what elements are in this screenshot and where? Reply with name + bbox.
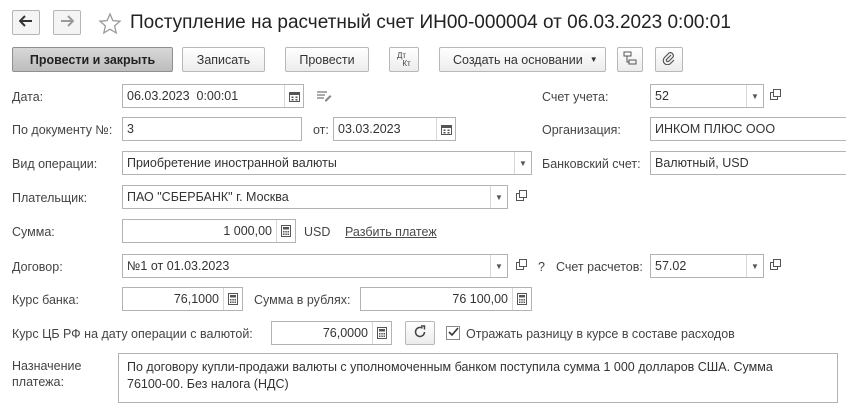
date-label: Дата: (12, 90, 44, 104)
calculator-icon[interactable] (276, 220, 295, 242)
open-contract-button[interactable] (511, 255, 531, 277)
open-link-icon (515, 259, 527, 273)
dropdown-arrow-icon[interactable]: ▼ (746, 85, 763, 107)
open-account-button[interactable] (765, 85, 785, 107)
dropdown-arrow-icon[interactable]: ▼ (490, 186, 507, 208)
save-button[interactable]: Записать (182, 47, 265, 72)
dropdown-arrow-icon[interactable]: ▼ (490, 255, 507, 277)
doc-number-field[interactable]: 3 (122, 117, 302, 141)
bank-rate-field[interactable]: 76,1000 (122, 287, 243, 311)
organization-value: ИНКОМ ПЛЮС ООО (655, 122, 776, 136)
bank-account-field[interactable]: Валютный, USD (650, 151, 846, 175)
purpose-textarea[interactable]: По договору купли-продажи валюты с уполн… (118, 353, 838, 403)
document-structure-button[interactable] (617, 47, 643, 72)
refresh-icon (413, 324, 427, 342)
payer-value: ПАО "СБЕРБАНК" г. Москва (127, 190, 289, 204)
arrow-left-icon (18, 15, 33, 30)
date-field[interactable]: 06.03.2023 0:00:01 (122, 84, 304, 108)
operation-type-label: Вид операции: (12, 157, 98, 171)
cb-rate-label: Курс ЦБ РФ на дату операции с валютой: (12, 327, 253, 341)
create-based-on-button[interactable]: Создать на основании ▼ (439, 47, 606, 72)
purpose-label: Назначение платежа: (12, 358, 81, 390)
settlement-account-label: Счет расчетов: (556, 260, 643, 274)
bank-account-label: Банковский счет: (542, 157, 641, 171)
forward-button[interactable] (53, 10, 81, 35)
contract-value: №1 от 01.03.2023 (127, 259, 230, 273)
chevron-down-icon: ▼ (589, 55, 598, 64)
calculator-icon[interactable] (512, 288, 531, 310)
date-value: 06.03.2023 0:00:01 (127, 89, 239, 103)
purpose-label-line-1: Назначение (12, 359, 82, 373)
create-based-on-label: Создать на основании (453, 52, 583, 67)
bank-rate-value: 76,1000 (173, 292, 219, 306)
account-value: 52 (655, 89, 669, 103)
organization-label: Организация: (542, 123, 621, 137)
dropdown-arrow-icon[interactable]: ▼ (514, 152, 531, 174)
split-payment-link[interactable]: Разбить платеж (345, 225, 437, 239)
document-structure-icon (623, 51, 637, 68)
bank-rate-label: Курс банка: (12, 293, 79, 307)
dt-kt-button[interactable]: Дт Кт (389, 47, 419, 72)
rub-amount-label: Сумма в рублях: (254, 293, 351, 307)
document-edit-icon (316, 91, 332, 106)
help-question-mark[interactable]: ? (538, 260, 545, 274)
payer-label: Плательщик: (12, 191, 88, 205)
post-button[interactable]: Провести (285, 47, 369, 72)
page-title: Поступление на расчетный счет ИН00-00000… (130, 12, 731, 33)
amount-value: 1 000,00 (223, 224, 272, 238)
calendar-icon[interactable] (436, 118, 455, 140)
currency-label: USD (304, 225, 331, 239)
kt-label: Кт (402, 58, 411, 68)
from-date-field[interactable]: 03.03.2023 (333, 117, 456, 141)
account-label: Счет учета: (542, 90, 609, 104)
calculator-icon[interactable] (223, 288, 242, 310)
arrow-right-icon (60, 15, 75, 30)
contract-field[interactable]: №1 от 01.03.2023 ▼ (122, 254, 508, 278)
dropdown-arrow-icon[interactable]: ▼ (746, 255, 763, 277)
paperclip-icon (662, 51, 676, 68)
open-link-icon (769, 259, 781, 273)
calendar-icon[interactable] (284, 85, 303, 107)
refresh-rate-button[interactable] (405, 321, 435, 345)
open-link-icon (769, 89, 781, 103)
star-icon (98, 12, 122, 39)
rub-amount-field[interactable]: 76 100,00 (360, 287, 532, 311)
cb-rate-value: 76,0000 (322, 326, 368, 340)
settlement-account-value: 57.02 (655, 259, 687, 273)
open-settlement-account-button[interactable] (765, 255, 785, 277)
cb-rate-field[interactable]: 76,0000 (271, 321, 392, 345)
back-button[interactable] (12, 10, 40, 35)
dt-kt-icon: Дт Кт (397, 51, 411, 68)
organization-field[interactable]: ИНКОМ ПЛЮС ООО (650, 117, 846, 141)
contract-label: Договор: (12, 260, 63, 274)
bank-account-value: Валютный, USD (655, 156, 749, 170)
account-field[interactable]: 52 ▼ (650, 84, 764, 108)
doc-number-value: 3 (127, 122, 134, 136)
operation-type-value: Приобретение иностранной валюты (127, 156, 337, 170)
operation-type-select[interactable]: Приобретение иностранной валюты ▼ (122, 151, 532, 175)
open-payer-button[interactable] (511, 186, 531, 208)
post-and-close-button[interactable]: Провести и закрыть (12, 47, 173, 72)
calculator-icon[interactable] (372, 322, 391, 344)
attach-files-button[interactable] (655, 47, 683, 72)
doc-number-label: По документу №: (12, 123, 113, 137)
amount-label: Сумма: (12, 225, 55, 239)
settlement-account-field[interactable]: 57.02 ▼ (650, 254, 764, 278)
reflect-difference-label: Отражать разницу в курсе в составе расхо… (466, 327, 735, 341)
purpose-label-line-2: платежа: (12, 375, 64, 389)
reflect-difference-checkbox[interactable] (446, 326, 460, 340)
checkmark-icon (447, 327, 459, 339)
from-label: от: (313, 123, 329, 137)
purpose-text-line-1: По договору купли-продажи валюты с уполн… (127, 360, 773, 374)
from-date-value: 03.03.2023 (338, 122, 401, 136)
payer-field[interactable]: ПАО "СБЕРБАНК" г. Москва ▼ (122, 185, 508, 209)
rub-amount-value: 76 100,00 (452, 292, 508, 306)
purpose-text-line-2: 76100-00. Без налога (НДС) (127, 377, 289, 391)
open-link-icon (515, 190, 527, 204)
favorite-star-button[interactable] (98, 12, 122, 39)
amount-field[interactable]: 1 000,00 (122, 219, 296, 243)
edit-comment-button[interactable] (316, 89, 332, 106)
